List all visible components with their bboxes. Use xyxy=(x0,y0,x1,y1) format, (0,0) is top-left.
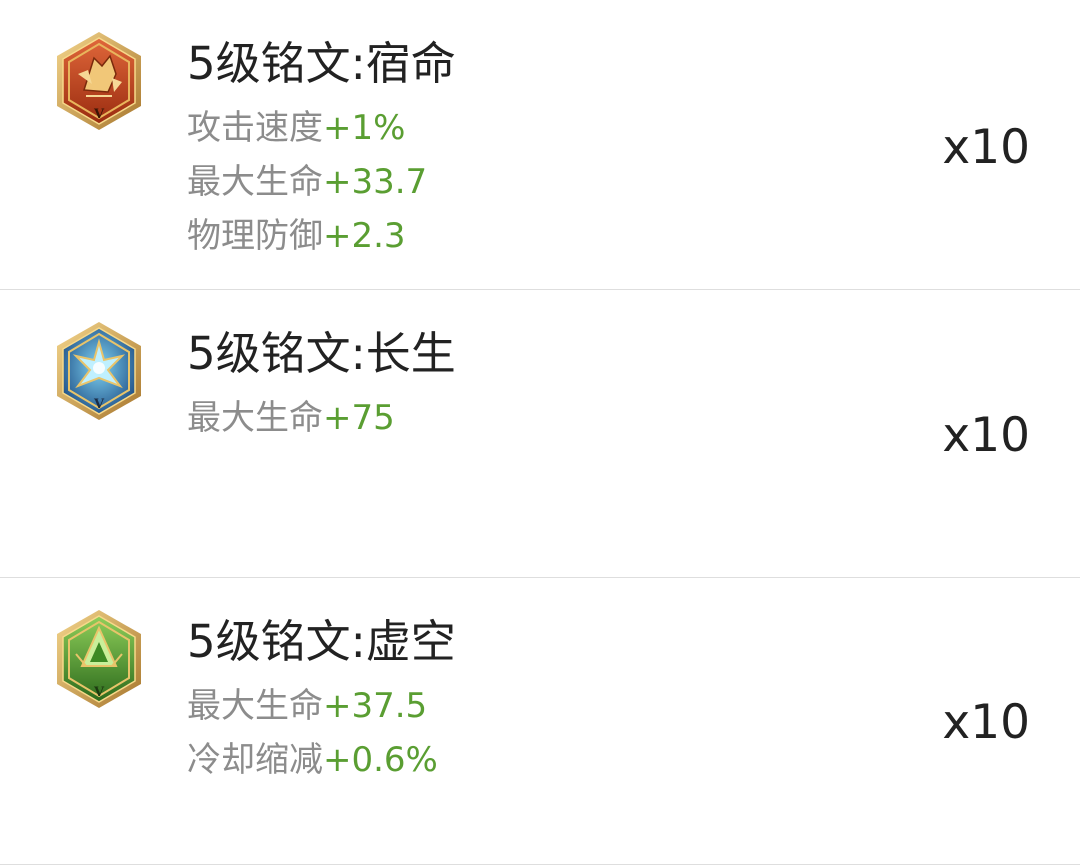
attribute-value: +1% xyxy=(323,108,406,148)
attribute-name: 最大生命 xyxy=(187,686,323,726)
attribute-name: 最大生命 xyxy=(187,398,323,438)
longevity-inscription-icon: V xyxy=(54,320,144,422)
inscription-count: x10 xyxy=(942,120,1030,175)
level-mark: V xyxy=(93,685,105,700)
attribute-line: 最大生命+75 xyxy=(187,396,395,440)
attribute-line: 最大生命+37.5 xyxy=(187,684,427,728)
level-mark: V xyxy=(93,107,105,122)
attribute-line: 冷却缩减+0.6% xyxy=(187,738,438,782)
attribute-name: 攻击速度 xyxy=(187,108,323,148)
inscription-row-longevity[interactable]: V 5级铭文:长生 最大生命+75 x10 xyxy=(0,290,1080,578)
inscription-row-fate[interactable]: V 5级铭文:宿命 攻击速度+1% 最大生命+33.7 物理防御+2.3 x10 xyxy=(0,0,1080,290)
inscription-title: 5级铭文:宿命 xyxy=(187,37,456,90)
attribute-value: +75 xyxy=(323,398,395,438)
inscription-title: 5级铭文:虚空 xyxy=(187,615,456,668)
attribute-value: +0.6% xyxy=(323,740,438,780)
attribute-name: 冷却缩减 xyxy=(187,740,323,780)
level-mark: V xyxy=(93,397,105,412)
fate-inscription-icon: V xyxy=(54,30,144,132)
void-inscription-icon: V xyxy=(54,608,144,710)
attribute-line: 物理防御+2.3 xyxy=(187,214,406,258)
inscription-count: x10 xyxy=(942,695,1030,750)
inscription-list: V 5级铭文:宿命 攻击速度+1% 最大生命+33.7 物理防御+2.3 x10 xyxy=(0,0,1080,865)
attribute-line: 攻击速度+1% xyxy=(187,106,405,150)
attribute-name: 最大生命 xyxy=(187,162,323,202)
inscription-count: x10 xyxy=(942,408,1030,463)
attribute-value: +37.5 xyxy=(323,686,428,726)
attribute-line: 最大生命+33.7 xyxy=(187,160,427,204)
attribute-value: +2.3 xyxy=(323,216,406,256)
attribute-value: +33.7 xyxy=(323,162,428,202)
inscription-title: 5级铭文:长生 xyxy=(187,327,456,380)
attribute-name: 物理防御 xyxy=(187,216,323,256)
inscription-row-void[interactable]: V 5级铭文:虚空 最大生命+37.5 冷却缩减+0.6% x10 xyxy=(0,578,1080,865)
